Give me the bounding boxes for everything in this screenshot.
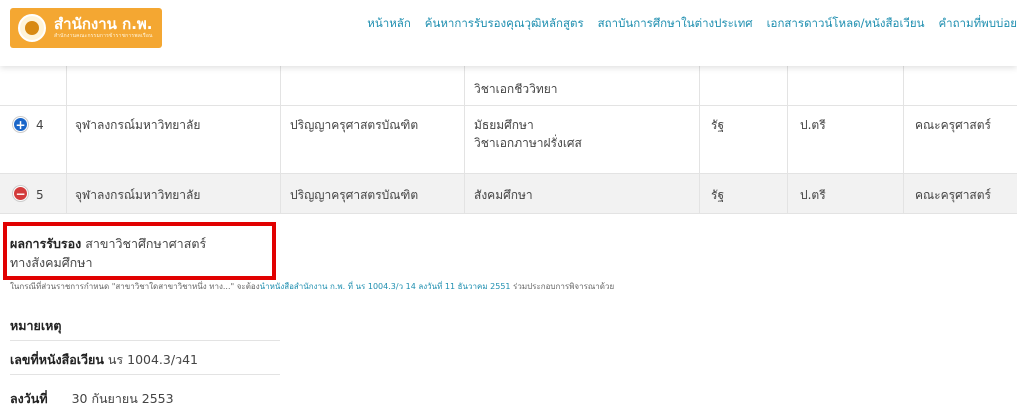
divider bbox=[10, 374, 280, 375]
faculty-cell: คณะครุศาสตร์ bbox=[915, 118, 991, 132]
condition-note: ในกรณีที่ส่วนราชการกำหนด "สาขาวิชาใดสาขา… bbox=[10, 280, 614, 293]
logo-subtitle: สำนักงานคณะกรรมการข้าราชการพลเรือน bbox=[54, 33, 153, 39]
column-divider bbox=[66, 66, 67, 214]
university-cell: จุฬาลงกรณ์มหาวิทยาลัย bbox=[75, 118, 201, 132]
result-label: ผลการรับรอง bbox=[10, 236, 82, 251]
logo-title: สำนักงาน ก.พ. bbox=[54, 15, 153, 33]
nav-foreign-institutions[interactable]: สถาบันการศึกษาในต่างประเทศ bbox=[598, 15, 753, 35]
nav-downloads[interactable]: เอกสารดาวน์โหลด/หนังสือเวียน bbox=[767, 15, 925, 35]
accreditation-result: ผลการรับรอง สาขาวิชาศึกษาศาสตร์ ทางสังคม… bbox=[10, 234, 280, 272]
column-divider bbox=[464, 66, 465, 214]
circular-link[interactable]: นำหนังสือสำนักงาน ก.พ. ที่ นร 1004.3/ว 1… bbox=[260, 282, 511, 291]
date-value: 30 กันยายน 2553 bbox=[71, 391, 174, 406]
garuda-seal-icon bbox=[18, 14, 46, 42]
institution-type-cell: รัฐ bbox=[711, 118, 725, 132]
column-divider bbox=[903, 66, 904, 214]
table-row: − 5 จุฬาลงกรณ์มหาวิทยาลัย ปริญญาครุศาสตร… bbox=[0, 174, 1017, 214]
nav-faq[interactable]: คำถามที่พบบ่อย bbox=[938, 15, 1017, 35]
column-divider bbox=[280, 66, 281, 214]
nav-search-accreditation[interactable]: ค้นหาการรับรองคุณวุฒิหลักสูตร bbox=[425, 15, 584, 35]
row-number: 4 bbox=[36, 118, 44, 132]
main-nav: หน้าหลัก ค้นหาการรับรองคุณวุฒิหลักสูตร ส… bbox=[353, 15, 1017, 35]
institution-type-cell: รัฐ bbox=[711, 188, 725, 202]
date-row: ลงวันที่ 30 กันยายน 2553 bbox=[10, 389, 280, 409]
level-cell: ป.ตรี bbox=[800, 188, 826, 202]
major-cell-line2: วิชาเอกภาษาฝรั่งเศส bbox=[474, 136, 582, 150]
note-suffix: ร่วมประกอบการพิจารณาด้วย bbox=[510, 282, 615, 291]
table-row: + 4 จุฬาลงกรณ์มหาวิทยาลัย ปริญญาครุศาสตร… bbox=[0, 106, 1017, 174]
circular-number-label: เลขที่หนังสือเวียน bbox=[10, 352, 104, 367]
column-divider bbox=[699, 66, 700, 214]
circular-number-row: เลขที่หนังสือเวียน นร 1004.3/ว41 bbox=[10, 350, 280, 370]
note-prefix: ในกรณีที่ส่วนราชการกำหนด "สาขาวิชาใดสาขา… bbox=[10, 282, 260, 291]
divider bbox=[10, 340, 280, 341]
degree-cell: ปริญญาครุศาสตรบัณฑิต bbox=[290, 188, 419, 202]
major-cell: มัธยมศึกษา bbox=[474, 118, 534, 132]
remark-label: หมายเหตุ bbox=[10, 318, 62, 333]
circular-number-value: นร 1004.3/ว41 bbox=[107, 352, 198, 367]
nav-home[interactable]: หน้าหลัก bbox=[367, 15, 411, 35]
site-header: สำนักงาน ก.พ. สำนักงานคณะกรรมการข้าราชกา… bbox=[0, 0, 1017, 66]
faculty-cell: คณะครุศาสตร์ bbox=[915, 188, 991, 202]
major-cell: วิชาเอกชีววิทยา bbox=[474, 82, 558, 96]
site-logo[interactable]: สำนักงาน ก.พ. สำนักงานคณะกรรมการข้าราชกา… bbox=[10, 8, 162, 48]
expand-row-icon[interactable]: + bbox=[13, 117, 28, 132]
collapse-row-icon[interactable]: − bbox=[13, 186, 28, 201]
result-value-line1: สาขาวิชาศึกษาศาสตร์ bbox=[85, 236, 207, 251]
level-cell: ป.ตรี bbox=[800, 118, 826, 132]
column-divider bbox=[787, 66, 788, 214]
degree-cell: ปริญญาครุศาสตรบัณฑิต bbox=[290, 118, 419, 132]
date-label: ลงวันที่ bbox=[10, 391, 48, 406]
major-cell: สังคมศึกษา bbox=[474, 188, 533, 202]
row-number: 5 bbox=[36, 188, 44, 202]
table-row: วิชาเอกชีววิทยา bbox=[0, 66, 1017, 106]
university-cell: จุฬาลงกรณ์มหาวิทยาลัย bbox=[75, 188, 201, 202]
result-value-line2: ทางสังคมศึกษา bbox=[10, 255, 93, 270]
